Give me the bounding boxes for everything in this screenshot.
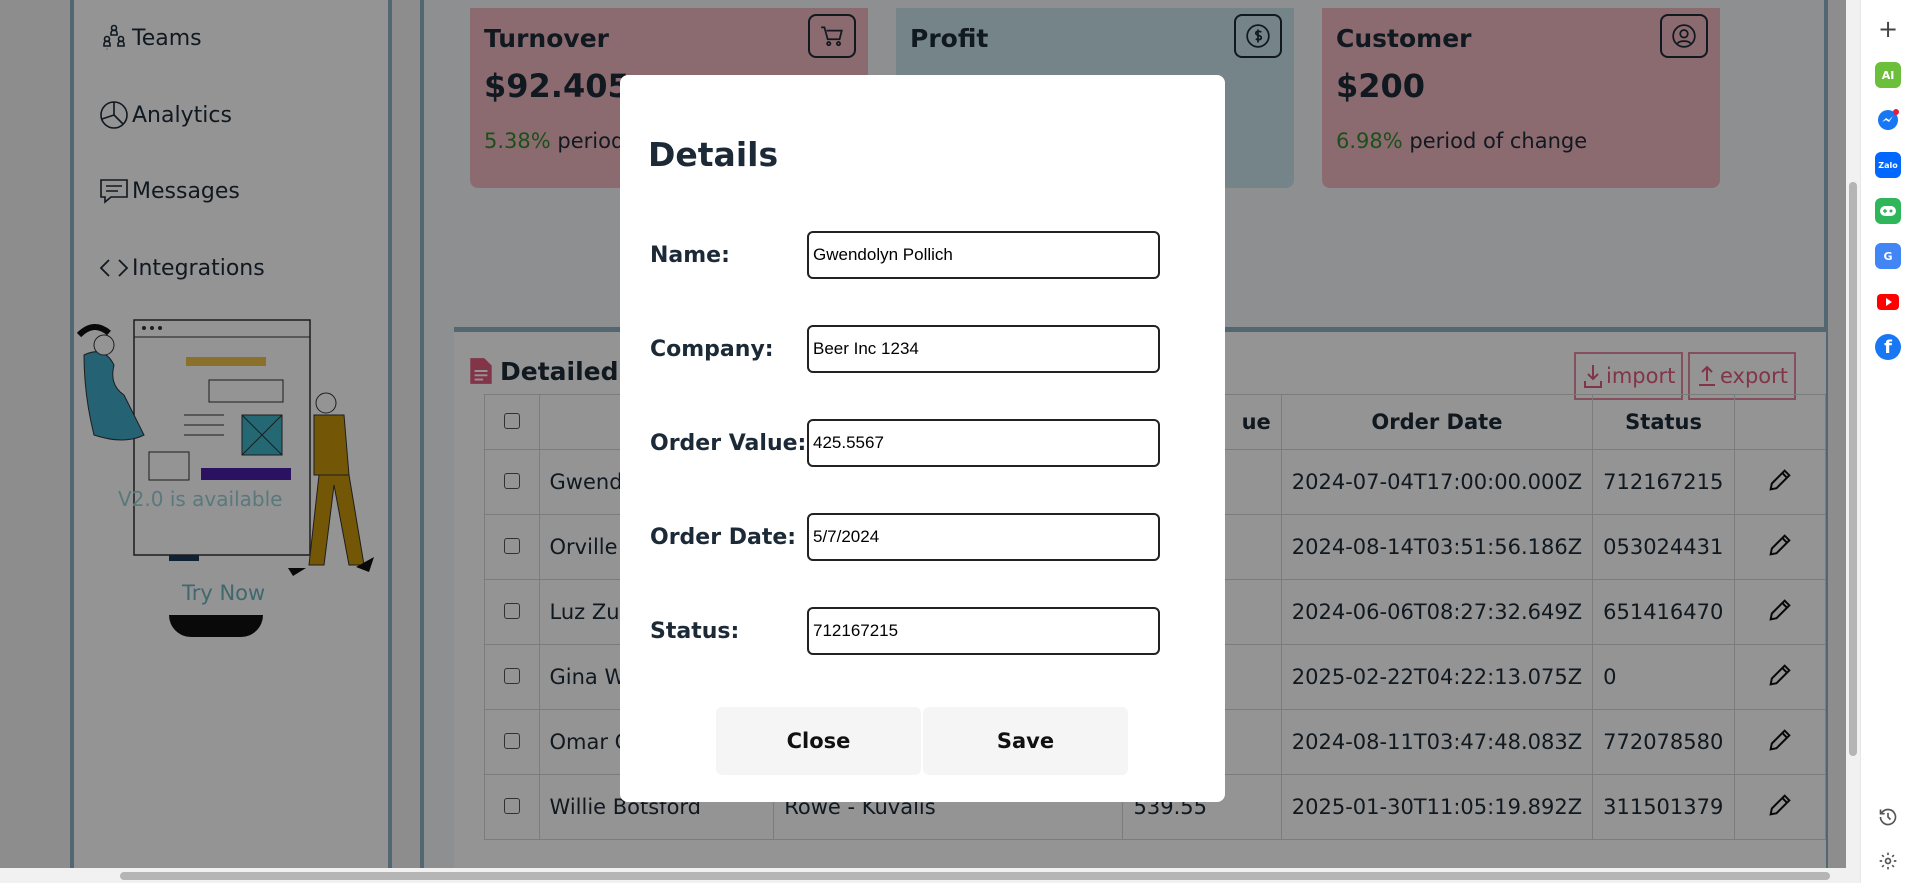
facebook-icon[interactable]: f	[1875, 334, 1901, 360]
status-row: Status:	[650, 607, 1170, 655]
ai-icon[interactable]: AI	[1875, 62, 1901, 88]
save-button[interactable]: Save	[923, 707, 1128, 775]
order-date-row: Order Date:	[650, 513, 1170, 561]
details-modal: Details Name: Company: Order Value: Orde…	[620, 75, 1225, 802]
order-date-label: Order Date:	[650, 525, 797, 550]
horizontal-scrollbar-thumb[interactable]	[120, 872, 1830, 880]
youtube-icon[interactable]	[1875, 289, 1901, 315]
page: Teams Analytics Messages Integrations V2…	[0, 0, 1916, 883]
game-icon[interactable]	[1875, 198, 1901, 224]
zalo-icon[interactable]: Zalo	[1875, 152, 1901, 178]
status-label: Status:	[650, 619, 740, 644]
name-field[interactable]	[807, 231, 1160, 279]
name-label: Name:	[650, 243, 730, 268]
order-value-field[interactable]	[807, 419, 1160, 467]
history-icon[interactable]	[1875, 804, 1901, 830]
name-row: Name:	[650, 231, 1170, 279]
add-icon[interactable]: +	[1875, 15, 1901, 43]
order-value-label: Order Value:	[650, 431, 807, 456]
company-row: Company:	[650, 325, 1170, 373]
modal-title: Details	[648, 135, 779, 174]
status-field[interactable]	[807, 607, 1160, 655]
vertical-scrollbar[interactable]	[1846, 0, 1860, 883]
close-button[interactable]: Close	[716, 707, 921, 775]
company-label: Company:	[650, 337, 774, 362]
company-field[interactable]	[807, 325, 1160, 373]
vertical-scrollbar-thumb[interactable]	[1849, 182, 1857, 756]
app-window: Teams Analytics Messages Integrations V2…	[0, 0, 1846, 868]
messenger-icon[interactable]	[1875, 107, 1901, 133]
horizontal-scrollbar[interactable]	[0, 868, 1846, 883]
browser-side-panel: + AI Zalo G f	[1860, 0, 1916, 883]
order-value-row: Order Value:	[650, 419, 1170, 467]
order-date-field[interactable]	[807, 513, 1160, 561]
settings-gear-icon[interactable]	[1875, 848, 1901, 874]
translate-icon[interactable]: G	[1875, 243, 1901, 269]
